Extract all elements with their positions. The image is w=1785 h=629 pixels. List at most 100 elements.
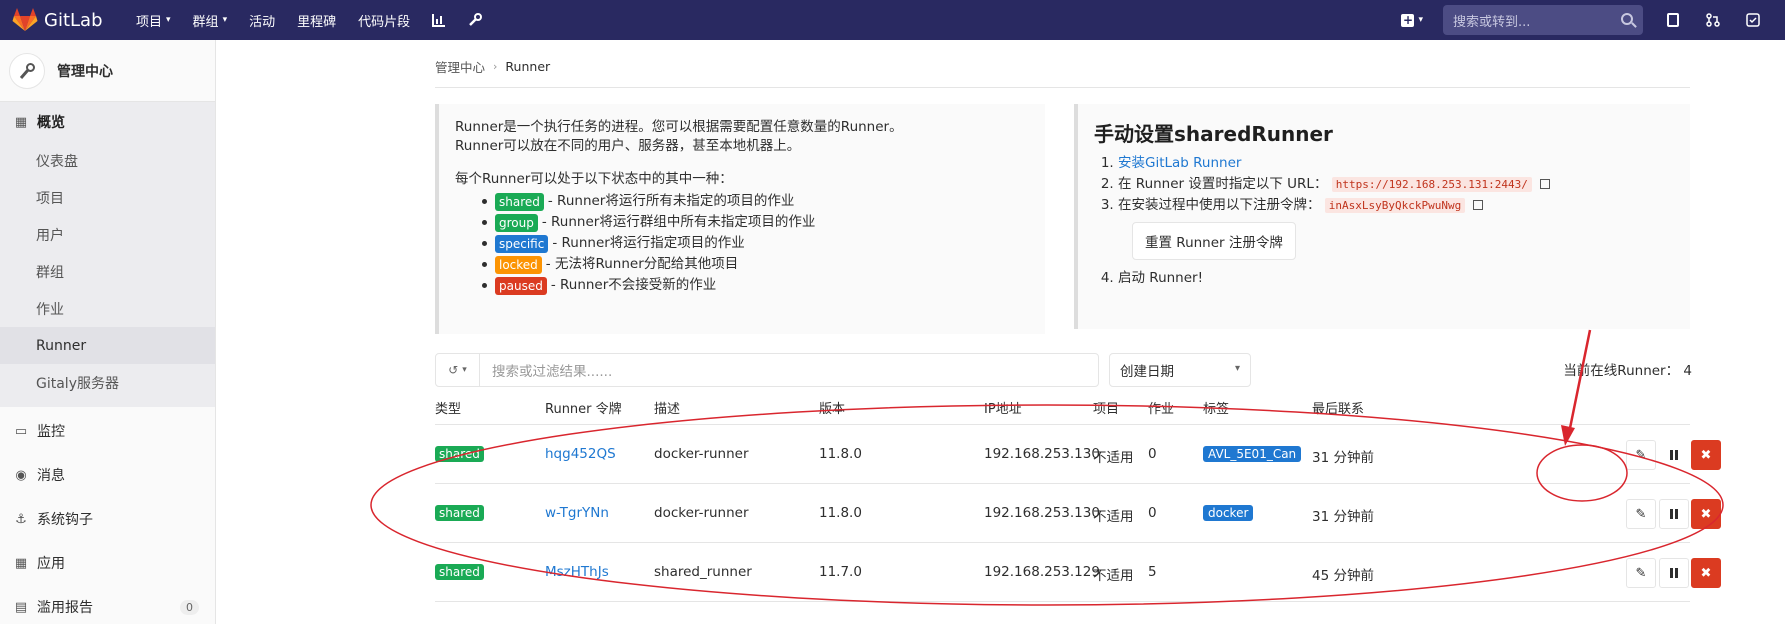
runner-version: 11.8.0 xyxy=(819,505,862,521)
abuse-count-badge: 0 xyxy=(180,599,199,615)
runner-token-link[interactable]: w-TgrYNn xyxy=(545,505,609,521)
filter-input[interactable]: 搜索或过滤结果...... xyxy=(480,360,612,380)
runner-url: https://192.168.253.131:2443/ xyxy=(1331,177,1532,192)
runner-description: shared_runner xyxy=(654,564,752,580)
table-row: shared w-TgrYNn docker-runner 11.8.0 192… xyxy=(435,484,1721,543)
todo-icon[interactable] xyxy=(1745,12,1761,28)
sidebar-toggle-icon[interactable] xyxy=(1665,12,1681,28)
nav-milestones[interactable]: 里程碑 xyxy=(297,11,336,30)
setup-step-2: 在 Runner 设置时指定以下 URL： https://192.168.25… xyxy=(1118,174,1674,195)
col-tags: 标签 xyxy=(1203,402,1230,417)
sidebar-item-messages[interactable]: ◉ 消息 xyxy=(0,453,215,497)
new-dropdown-button[interactable]: + ▾ xyxy=(1401,13,1423,27)
gitlab-logo[interactable]: GitLab xyxy=(12,8,114,32)
copy-url-icon[interactable] xyxy=(1539,179,1550,189)
brand-name: GitLab xyxy=(44,9,103,31)
sidebar-item-abuse-reports[interactable]: ▤ 滥用报告 0 xyxy=(0,585,215,629)
runner-tag: AVL_5E01_Can xyxy=(1203,446,1302,462)
nav-activity[interactable]: 活动 xyxy=(249,11,275,30)
sidebar-item-groups[interactable]: 群组 xyxy=(0,253,215,290)
runner-ip: 192.168.253.130 xyxy=(984,505,1100,521)
delete-button[interactable]: ✖ xyxy=(1691,440,1721,470)
close-icon: ✖ xyxy=(1700,447,1712,463)
runner-projects: 不适用 xyxy=(1093,509,1134,525)
nav-snippets[interactable]: 代码片段 xyxy=(358,11,410,30)
search-input[interactable]: 搜索或转到... xyxy=(1443,5,1643,35)
runner-info-panel: Runner是一个执行任务的进程。您可以根据需要配置任意数量的Runner。 R… xyxy=(435,104,1045,334)
sidebar-item-dashboard[interactable]: 仪表盘 xyxy=(0,142,215,179)
col-last-contact: 最后联系 xyxy=(1312,402,1365,417)
sidebar-item-projects[interactable]: 项目 xyxy=(0,179,215,216)
state-item: shared - Runner将运行所有未指定的项目的作业 xyxy=(482,191,1029,212)
specific-badge: specific xyxy=(495,234,549,253)
type-badge: shared xyxy=(435,505,484,521)
setup-step-1: 安装GitLab Runner xyxy=(1118,153,1674,174)
state-item: specific - Runner将运行指定项目的作业 xyxy=(482,233,1029,254)
sidebar-item-jobs[interactable]: 作业 xyxy=(0,290,215,327)
delete-button[interactable]: ✖ xyxy=(1691,558,1721,588)
runner-token-link[interactable]: hqg452QS xyxy=(545,446,616,462)
pause-icon xyxy=(1670,568,1678,578)
col-token: Runner 令牌 xyxy=(545,402,622,417)
runner-version: 11.8.0 xyxy=(819,446,862,462)
group-badge: group xyxy=(495,213,538,232)
sidebar-title: 管理中心 xyxy=(57,63,113,80)
sidebar-item-users[interactable]: 用户 xyxy=(0,216,215,253)
sidebar-item-applications[interactable]: ▦ 应用 xyxy=(0,541,215,585)
setup-step-3: 在安装过程中使用以下注册令牌： inAsxLsyByQkckPwuNwg xyxy=(1118,195,1674,216)
edit-button[interactable]: ✎ xyxy=(1626,499,1656,529)
history-dropdown[interactable]: ↺ ▾ xyxy=(436,354,480,386)
install-runner-link[interactable]: 安装GitLab Runner xyxy=(1118,155,1241,171)
paused-badge: paused xyxy=(495,276,547,295)
pause-button[interactable] xyxy=(1659,558,1689,588)
grid-icon: ▦ xyxy=(14,114,28,130)
setup-step-4: 启动 Runner! xyxy=(1118,268,1674,289)
nav-groups[interactable]: 群组 ▾ xyxy=(193,11,228,30)
admin-wrench-icon xyxy=(9,52,45,89)
reset-token-button[interactable]: 重置 Runner 注册令牌 xyxy=(1132,222,1296,260)
sidebar-item-hooks[interactable]: ⚓ 系统钩子 xyxy=(0,497,215,541)
breadcrumb: 管理中心 › Runner xyxy=(435,57,550,76)
online-runner-count: 当前在线Runner： 4 xyxy=(1563,363,1692,379)
state-item: locked - 无法将Runner分配给其他项目 xyxy=(482,254,1029,275)
merge-request-icon[interactable] xyxy=(1705,12,1721,28)
runner-projects: 不适用 xyxy=(1093,450,1134,466)
edit-button[interactable]: ✎ xyxy=(1626,558,1656,588)
sort-dropdown[interactable]: 创建日期 ▾ xyxy=(1109,353,1251,387)
sidebar-item-monitoring[interactable]: ▭ 监控 xyxy=(0,409,215,453)
wrench-icon[interactable] xyxy=(468,13,483,27)
report-icon: ▤ xyxy=(14,599,28,615)
runner-jobs: 5 xyxy=(1148,564,1157,580)
search-icon xyxy=(1621,13,1633,25)
sidebar-header[interactable]: 管理中心 xyxy=(0,40,215,102)
sidebar-item-runners[interactable]: Runner xyxy=(0,327,215,364)
hook-icon: ⚓ xyxy=(15,511,27,527)
registration-token: inAsxLsyByQkckPwuNwg xyxy=(1324,198,1466,213)
chart-icon[interactable] xyxy=(432,13,446,27)
delete-button[interactable]: ✖ xyxy=(1691,499,1721,529)
pause-button[interactable] xyxy=(1659,440,1689,470)
info-line-1: Runner是一个执行任务的进程。您可以根据需要配置任意数量的Runner。 xyxy=(455,119,903,135)
edit-button[interactable]: ✎ xyxy=(1626,440,1656,470)
sidebar-item-gitaly[interactable]: Gitaly服务器 xyxy=(0,364,215,401)
setup-panel: 手动设置sharedRunner 安装GitLab Runner 在 Runne… xyxy=(1074,104,1690,329)
locked-badge: locked xyxy=(495,255,542,274)
runner-version: 11.7.0 xyxy=(819,564,862,580)
monitor-icon: ▭ xyxy=(14,423,28,439)
broadcast-icon: ◉ xyxy=(15,467,27,483)
main-content: 管理中心 › Runner Runner是一个执行任务的进程。您可以根据需要配置… xyxy=(216,40,1785,624)
copy-token-icon[interactable] xyxy=(1473,200,1484,210)
breadcrumb-root[interactable]: 管理中心 xyxy=(435,57,485,76)
close-icon: ✖ xyxy=(1700,565,1712,581)
nav-projects[interactable]: 项目 ▾ xyxy=(136,11,171,30)
filter-bar: ↺ ▾ 搜索或过滤结果...... xyxy=(435,353,1099,387)
state-item: paused - Runner不会接受新的作业 xyxy=(482,275,1029,296)
pencil-icon: ✎ xyxy=(1635,565,1647,581)
sidebar-item-overview[interactable]: ▦ 概览 xyxy=(0,102,215,142)
breadcrumb-current[interactable]: Runner xyxy=(505,59,550,74)
runner-last-contact: 45 分钟前 xyxy=(1312,568,1374,584)
shared-badge: shared xyxy=(495,192,544,211)
pause-button[interactable] xyxy=(1659,499,1689,529)
runner-token-link[interactable]: MszHThJs xyxy=(545,564,609,580)
top-navbar: GitLab 项目 ▾ 群组 ▾ 活动 里程碑 代码片段 + ▾ 搜索或转到... xyxy=(0,0,1785,40)
